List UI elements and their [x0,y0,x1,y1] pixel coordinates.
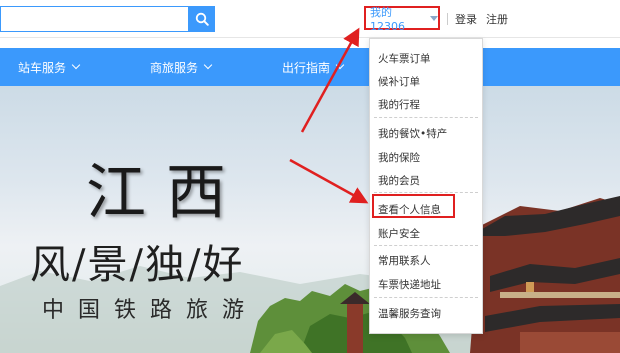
nav-item-label: 站车服务 [18,60,67,75]
menu-divider [374,297,478,298]
hero-banner[interactable]: 江西 风/景/独/好 中国铁路旅游 [0,86,620,353]
chevron-down-icon [335,60,345,70]
menu-item-catering-specialties[interactable]: 我的餐饮•特产 [378,126,447,141]
menu-divider [374,192,478,193]
top-bar: 我的12306 登录 注册 [0,0,620,38]
main-nav: 站车服务 商旅服务 出行指南 [0,48,620,86]
menu-item-waitlist-orders[interactable]: 候补订单 [378,74,420,89]
register-link[interactable]: 注册 [486,11,508,27]
annotation-highlight-box [372,194,455,218]
my-12306-dropdown: 火车票订单 候补订单 我的行程 我的餐饮•特产 我的保险 我的会员 查看个人信息… [369,38,483,334]
my-12306-label: 我的12306 [370,5,405,33]
menu-item-my-membership[interactable]: 我的会员 [378,173,420,188]
menu-divider [374,117,478,118]
menu-item-frequent-contacts[interactable]: 常用联系人 [378,253,431,268]
divider [447,13,448,25]
menu-item-train-ticket-orders[interactable]: 火车票订单 [378,51,431,66]
search-icon [195,12,209,26]
hero-title: 江西 [86,158,246,228]
menu-item-my-trips[interactable]: 我的行程 [378,97,420,112]
chevron-down-icon [203,60,213,70]
menu-divider [374,245,478,246]
menu-item-service-inquiry[interactable]: 温馨服务查询 [378,306,441,321]
search-input[interactable] [0,6,188,32]
nav-item-label: 出行指南 [282,60,331,75]
search-button[interactable] [188,6,215,32]
nav-item-label: 商旅服务 [150,60,199,75]
login-link[interactable]: 登录 [455,11,477,27]
caret-down-icon [430,15,438,21]
nav-item-travel-guide[interactable]: 出行指南 [282,48,345,86]
menu-item-ticket-delivery-address[interactable]: 车票快递地址 [378,277,441,292]
hero-tagline: 中国铁路旅游 [42,298,259,323]
chevron-down-icon [71,60,81,70]
menu-item-account-security[interactable]: 账户安全 [378,226,420,241]
nav-item-station-services[interactable]: 站车服务 [18,48,81,86]
my-12306-menu-button[interactable]: 我的12306 [364,5,440,33]
nav-item-business-travel[interactable]: 商旅服务 [150,48,213,86]
hero-subtitle: 风/景/独/好 [30,242,245,288]
menu-item-my-insurance[interactable]: 我的保险 [378,150,420,165]
